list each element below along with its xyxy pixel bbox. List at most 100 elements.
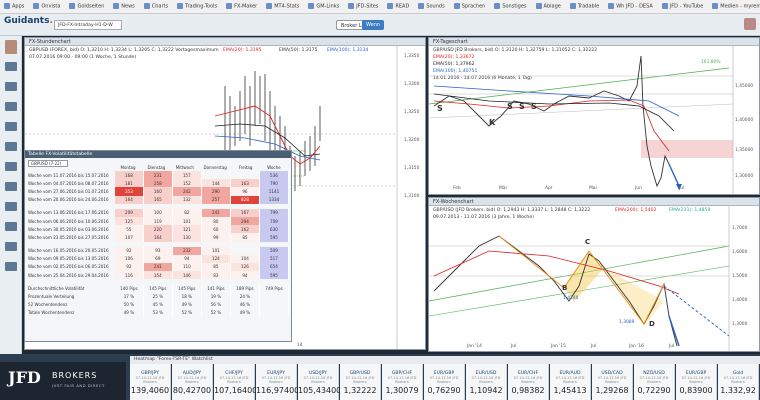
bookmark-item[interactable]: Wh JFD - DESA (608, 3, 653, 10)
user-avatar[interactable] (744, 18, 756, 30)
profile-icon[interactable] (5, 40, 17, 54)
help-icon[interactable] (5, 242, 17, 251)
ticker-item[interactable]: GBP/USD 07.14.12.16 JFD Brokers 1,32222 (340, 364, 381, 400)
bookmark-item[interactable]: GM-Links (308, 3, 339, 10)
desktop-icon[interactable] (5, 62, 17, 71)
volatility-cell: 258 (143, 179, 173, 188)
bookmark-icon (226, 3, 233, 10)
ticker-item[interactable]: EUR/CHF 07.14.12.16 JFD Brokers 0,98382 (508, 364, 549, 400)
volatility-cell (230, 171, 260, 180)
volatility-cell: 220 (143, 225, 173, 234)
ticker-item[interactable]: EUR/GBP 07.14.12.16 JFD Brokers 0,83900 (676, 364, 717, 400)
weekly-ytick: 1,3000 (732, 322, 748, 327)
bookmark-label: FX-Maker (234, 3, 258, 10)
bookmark-item[interactable]: JFD - YouTube (661, 3, 704, 10)
ticker-item[interactable]: USD/CAD 07.14.12.16 JFD Brokers 1,29268 (592, 364, 633, 400)
volatility-cell: 99 (201, 233, 231, 242)
volatility-cell: 101 (172, 216, 202, 226)
label-s1: S (437, 104, 443, 113)
volatility-cell: 130 (172, 233, 202, 242)
summary-row: Prozentuale Verteilung 17 % 25 % 18 % 19 % 24… (27, 292, 290, 301)
symbol-select[interactable]: GBPUSD (7-22) (28, 160, 68, 167)
bookmark-item[interactable]: Sounds (418, 3, 445, 10)
ticker-item[interactable]: NZD/USD 07.14.12.16 JFD Brokers 0,72290 (634, 364, 675, 400)
wenn-button[interactable]: Wenn (362, 20, 385, 30)
ticker-item[interactable]: GBP/JPY 07.14.12.16 JFD Brokers 139,4060 (130, 364, 171, 400)
volatility-cell: 119 (143, 216, 173, 226)
row-label: Prozentuale Verteilung (28, 294, 75, 300)
bookmark-item[interactable]: READ (387, 3, 409, 10)
chart-icon[interactable] (5, 102, 17, 111)
ticker-price: 1,10942 (469, 386, 503, 395)
row-label: Woche vom 16.05.2016 bis 20.05.2016 (28, 248, 109, 254)
layout-dropdown[interactable]: JFD-FX-Intraday-H1-D-W (54, 20, 122, 30)
bookmark-item[interactable]: Onvista (33, 3, 60, 10)
bookmark-item[interactable]: Goldseiten (69, 3, 104, 10)
jfd-logo-tagline: JUST FAIR AND DIRECT (52, 383, 105, 388)
bookmark-icon (308, 3, 315, 10)
bookmark-item[interactable]: Sprachen (453, 3, 485, 10)
volatility-cell: 257 (201, 195, 231, 204)
settings-icon[interactable] (5, 222, 17, 231)
bookmark-icon (33, 3, 40, 10)
portfolio-icon[interactable] (5, 182, 17, 191)
bookmark-label: Apps (12, 3, 25, 10)
bookmark-item[interactable]: Charts (143, 3, 168, 10)
bookmark-label: READ (395, 3, 410, 10)
bookmark-item[interactable]: Tradable (569, 3, 599, 10)
volatility-cell: 50 % (115, 300, 144, 309)
jfd-logo[interactable]: JFD BROKERS JUST FAIR AND DIRECT (0, 362, 126, 400)
ticker-source: 07.14.12.16 JFD Brokers (177, 376, 207, 384)
ticker-item[interactable]: EUR/USD 07.14.12.16 JFD Brokers 1,10942 (466, 364, 507, 400)
header-freitag: Freitag (238, 165, 253, 170)
ticker-price: 0,98382 (511, 386, 545, 395)
app-logo[interactable]: Guidants. (4, 16, 53, 26)
daily-chart-panel[interactable]: FX-Tageschart GBP/USD JFD Brokers, bid) … (428, 37, 760, 195)
ticker-item[interactable]: USD/JPY 07.14.12.16 JFD Brokers 105,43400 (298, 364, 341, 400)
summary-row: Totale Wochentendenz 49 % 53 % 52 % 52 % 49 % (27, 308, 290, 317)
ticker-item[interactable]: EUR/GBP 07.14.12.16 JFD Brokers 0,76290 (424, 364, 465, 400)
ticker-item[interactable]: CHF/JPY 07.14.12.16 JFD Brokers 107,16400 (214, 364, 257, 400)
bookmark-label: Goldseiten (77, 3, 105, 10)
ticker-item[interactable]: AUD/JPY 07.14.12.16 JFD Brokers 80,42700 (172, 364, 213, 400)
bookmark-item[interactable]: MT4-Stats (266, 3, 299, 10)
community-icon[interactable] (5, 202, 17, 211)
more-icon[interactable] (5, 262, 17, 271)
bookmark-label: JFD - YouTube (669, 3, 704, 10)
volatility-cell: 24 % (230, 292, 260, 301)
header-dienstag: Dienstag (147, 165, 166, 170)
ticker-item[interactable]: GBP/CHF 07.14.12.16 JFD Brokers 1,30079 (382, 364, 423, 400)
ticker-source: 07.14.12.16 JFD Brokers (555, 376, 585, 384)
alarm-icon[interactable] (5, 162, 17, 171)
watchlist-icon[interactable] (5, 82, 17, 91)
bookmark-item[interactable]: Apps (4, 3, 24, 10)
ticker-item[interactable]: EUR/AUD 07.14.12.16 JFD Brokers 1,45413 (550, 364, 591, 400)
week-row: Woche vom 30.05.2016 bis 03.06.2016 55 220… (27, 225, 290, 234)
week-row: Woche vom 09.05.2016 bis 13.05.2016 106 69… (27, 254, 290, 263)
ticker-item[interactable]: Gold 07.14.12.16 JFD Brokers 1.332,92 (718, 364, 759, 400)
bookmark-item[interactable]: Sonstiges (494, 3, 527, 10)
ticker-price: 80,42700 (172, 386, 212, 395)
label-k: K (489, 118, 496, 127)
row-label: Woche vom 27.06.2016 bis 01.07.2016 (28, 188, 109, 194)
volatility-cell: 49 % (172, 300, 202, 309)
label-s3: S (519, 102, 525, 111)
news-icon[interactable] (5, 122, 17, 131)
bookmark-item[interactable]: FX-Maker (226, 3, 257, 10)
bookmark-item[interactable]: Medien - myremote (712, 3, 760, 10)
bookmark-item[interactable]: JFD-Sites (348, 3, 378, 10)
bookmark-item[interactable]: News (113, 3, 135, 10)
volatility-cell: 94 (172, 254, 202, 263)
bookmark-item[interactable]: Ablage (535, 3, 561, 10)
volatility-cell: 157 (172, 171, 202, 180)
ticker-source: 07.14.12.16 JFD Brokers (303, 376, 333, 384)
volatility-cell: 145 Pips (143, 284, 173, 293)
weekly-chart-panel[interactable]: FX-Wochenchart GBP/USD (JFD Brokers, bid… (428, 197, 760, 352)
daily-xtick: Jun (635, 186, 642, 191)
ticker-item[interactable]: EUR/JPY 07.14.12.16 JFD Brokers 116,97400 (256, 364, 299, 400)
weekly-ytick: 1,5000 (732, 274, 748, 279)
volatility-cell: 162 (230, 225, 260, 234)
volatility-table-panel[interactable]: Tabelle FX-Volatilitätstabelle GBPUSD (7… (24, 150, 292, 342)
bookmark-item[interactable]: Trading-Tools (177, 3, 217, 10)
screener-icon[interactable] (5, 142, 17, 151)
